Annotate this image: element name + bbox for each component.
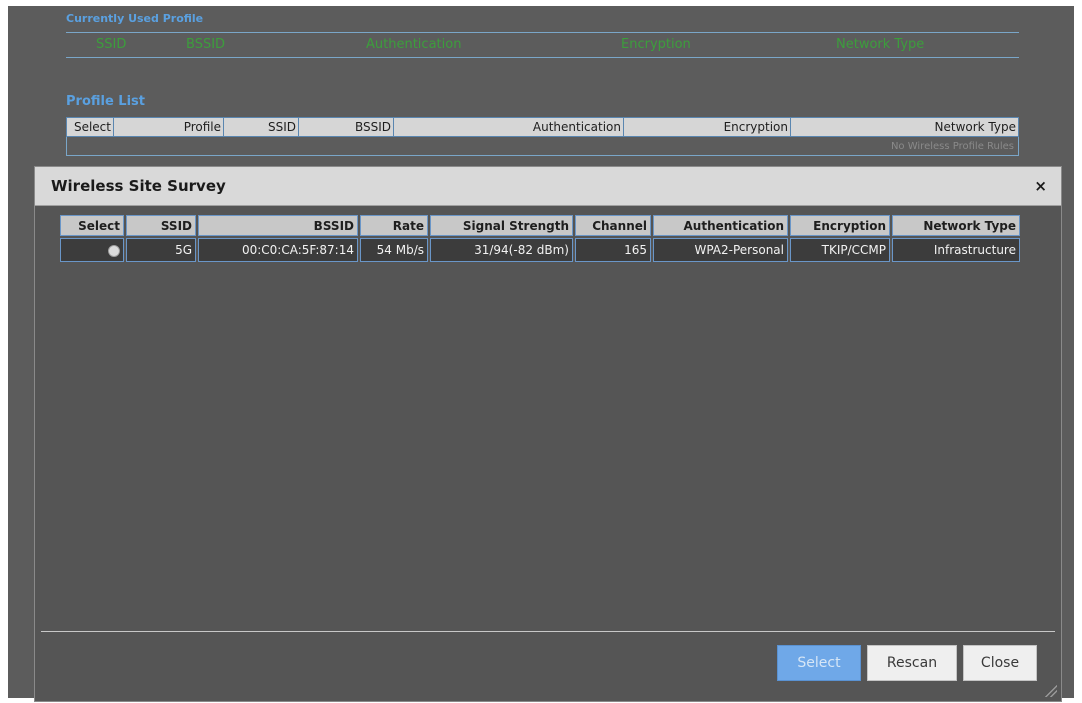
survey-col-encryption: Encryption <box>790 215 890 236</box>
survey-cell-signal: 31/94(-82 dBm) <box>430 238 573 262</box>
survey-col-bssid: BSSID <box>198 215 358 236</box>
page-frame: Currently Used Profile SSID BSSID Authen… <box>8 6 1074 702</box>
survey-col-network-type: Network Type <box>892 215 1020 236</box>
current-col-bssid: BSSID <box>186 37 226 52</box>
current-col-encryption: Encryption <box>621 37 691 52</box>
radio-button[interactable] <box>108 244 120 257</box>
survey-col-rate: Rate <box>360 215 428 236</box>
survey-header-row: Select SSID BSSID Rate Signal Strength C… <box>60 215 1020 236</box>
profile-col-network-type: Network Type <box>790 117 1019 137</box>
survey-cell-select[interactable] <box>60 238 124 262</box>
profile-col-ssid: SSID <box>223 117 299 137</box>
rescan-button[interactable]: Rescan <box>867 645 957 681</box>
profile-list-empty-row: No Wireless Profile Rules <box>66 136 1019 156</box>
profile-col-authentication: Authentication <box>393 117 624 137</box>
profile-list-title: Profile List <box>66 94 145 109</box>
survey-col-signal-strength: Signal Strength <box>430 215 573 236</box>
profile-col-encryption: Encryption <box>623 117 791 137</box>
dialog-titlebar[interactable]: Wireless Site Survey × <box>35 167 1061 206</box>
survey-col-channel: Channel <box>575 215 651 236</box>
profile-list-header: Select Profile SSID BSSID Authentication… <box>66 117 1019 137</box>
survey-col-select: Select <box>60 215 124 236</box>
current-col-ssid: SSID <box>96 37 127 52</box>
select-button[interactable]: Select <box>777 645 861 681</box>
survey-cell-bssid: 00:C0:CA:5F:87:14 <box>198 238 358 262</box>
profile-col-profile: Profile <box>113 117 224 137</box>
current-profile-header: SSID BSSID Authentication Encryption Net… <box>66 32 1019 58</box>
resize-grip-icon[interactable] <box>1045 685 1057 697</box>
profile-col-select: Select <box>66 117 114 137</box>
survey-cell-network-type: Infrastructure <box>892 238 1020 262</box>
dialog-title: Wireless Site Survey <box>51 177 226 195</box>
survey-cell-encryption: TKIP/CCMP <box>790 238 890 262</box>
current-col-network-type: Network Type <box>836 37 925 52</box>
profile-list-table: Select Profile SSID BSSID Authentication… <box>66 117 1019 156</box>
site-survey-dialog: Wireless Site Survey × Select SSID BSSID… <box>34 166 1062 702</box>
site-survey-table: Select SSID BSSID Rate Signal Strength C… <box>58 213 1022 264</box>
current-col-authentication: Authentication <box>366 37 462 52</box>
survey-cell-authentication: WPA2-Personal <box>653 238 788 262</box>
table-row[interactable]: 5G 00:C0:CA:5F:87:14 54 Mb/s 31/94(-82 d… <box>60 238 1020 262</box>
survey-cell-channel: 165 <box>575 238 651 262</box>
survey-col-authentication: Authentication <box>653 215 788 236</box>
current-profile-title: Currently Used Profile <box>66 12 204 25</box>
footer-divider <box>41 631 1055 632</box>
survey-col-ssid: SSID <box>126 215 196 236</box>
profile-list-empty-text: No Wireless Profile Rules <box>66 136 1019 156</box>
close-icon[interactable]: × <box>1034 177 1047 195</box>
survey-cell-ssid: 5G <box>126 238 196 262</box>
profile-col-bssid: BSSID <box>298 117 394 137</box>
close-button[interactable]: Close <box>963 645 1037 681</box>
survey-cell-rate: 54 Mb/s <box>360 238 428 262</box>
